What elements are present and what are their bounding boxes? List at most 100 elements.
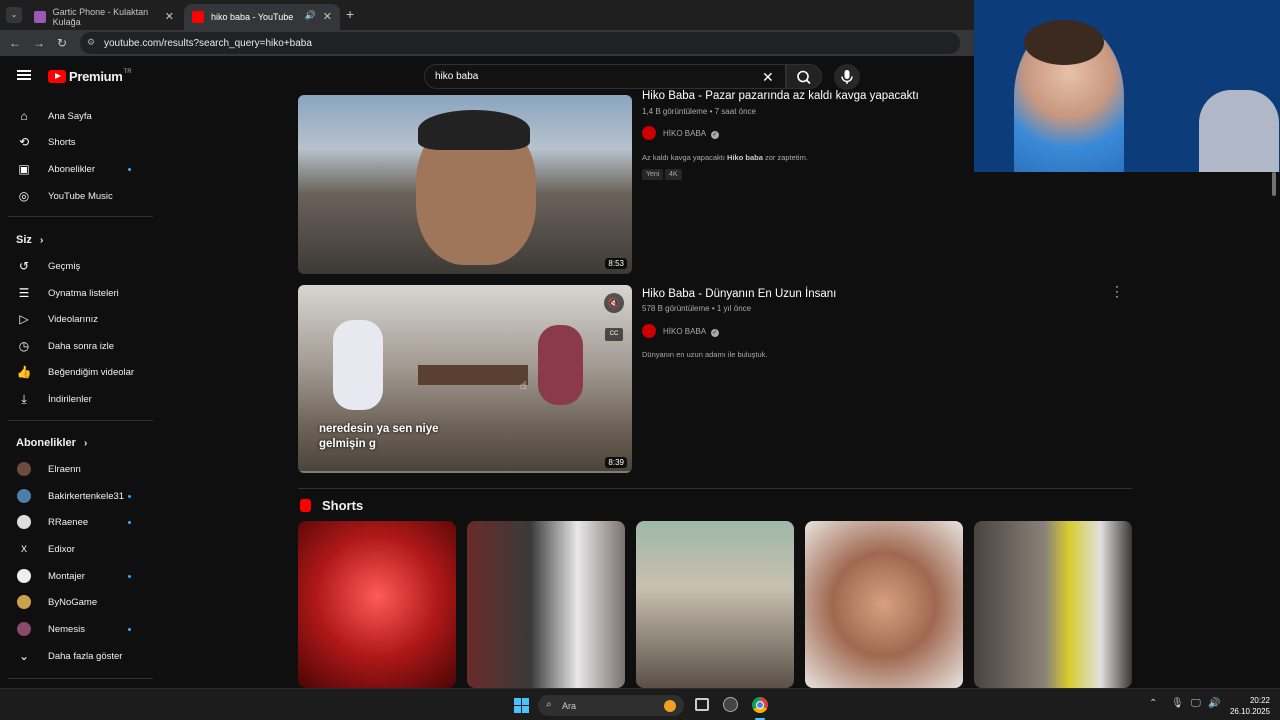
new-content-dot (128, 167, 131, 171)
short-thumbnail[interactable] (298, 521, 456, 688)
verified-icon: ✓ (710, 329, 719, 337)
home-icon: ⌂ (20, 109, 28, 123)
task-view-icon[interactable] (695, 698, 709, 711)
voice-search-button[interactable] (834, 64, 860, 90)
avatar (17, 595, 31, 609)
youtube-favicon-icon (192, 11, 204, 23)
tab-gartic-phone[interactable]: Gartic Phone - Kulaktan Kulağa ✕ (26, 4, 182, 30)
page-scrollbar[interactable] (1272, 172, 1276, 196)
close-tab-icon[interactable]: ✕ (165, 10, 174, 23)
windows-start-icon[interactable] (514, 698, 529, 713)
thumbnail-person (333, 320, 383, 410)
sidebar-channel-elraenn[interactable]: Elraenn (0, 456, 152, 482)
search-button[interactable] (786, 64, 822, 89)
back-icon[interactable]: ← (9, 36, 21, 50)
shorts-section-header: Shorts (300, 498, 363, 513)
avatar (17, 515, 31, 529)
sidebar-item-downloads[interactable]: ⤓ İndirilenler (0, 386, 152, 412)
divider (8, 216, 153, 217)
video-thumbnail[interactable]: 🔇 CC neredesin ya sen niye gelmişin g 8:… (298, 285, 632, 473)
sidebar-you-header[interactable]: Siz › (16, 234, 43, 246)
short-thumbnail[interactable] (636, 521, 794, 688)
search-icon: ⌕ (546, 699, 552, 710)
reload-icon[interactable]: ↻ (57, 36, 67, 50)
forward-icon[interactable]: → (33, 36, 45, 50)
chevron-up-icon[interactable]: ⌃ (1149, 698, 1157, 709)
site-info-icon[interactable]: ⚙ (87, 37, 95, 48)
thumbnail-person (538, 325, 583, 405)
sidebar: ⌂ Ana Sayfa ⟲ Shorts ▣ Abonelikler ◎ You… (0, 96, 160, 688)
avatar (17, 622, 31, 636)
sidebar-channel-montajer[interactable]: Montajer (0, 563, 152, 589)
sidebar-item-music[interactable]: ◎ YouTube Music (0, 183, 152, 209)
mic-icon[interactable]: 🎙 (1171, 698, 1184, 709)
app-icon[interactable] (723, 697, 738, 712)
video-title[interactable]: Hiko Baba - Pazar pazarında az kaldı kav… (642, 90, 919, 102)
avatar (17, 462, 31, 476)
your-videos-icon: ▷ (19, 312, 29, 326)
more-options-icon[interactable]: · · · (1115, 280, 1119, 302)
shorts-logo-icon (300, 499, 311, 512)
video-description: Dünyanın en uzun adamı ile buluştuk. (642, 350, 768, 359)
address-bar[interactable]: ⚙ youtube.com/results?search_query=hiko+… (80, 32, 960, 54)
search-input[interactable]: hiko baba (424, 64, 786, 89)
new-tab-button[interactable]: + (346, 6, 354, 22)
history-icon: ↺ (18, 259, 30, 273)
video-thumbnail[interactable]: 8:53 (298, 95, 632, 274)
tab-youtube[interactable]: hiko baba - YouTube 🔊 ✕ (184, 4, 340, 30)
channel-avatar[interactable] (642, 324, 656, 338)
sidebar-item-your-videos[interactable]: ▷ Videolarınız (0, 306, 152, 332)
sidebar-channel-edixor[interactable]: X Edixor (0, 536, 152, 562)
tab-search-dropdown-icon[interactable]: ⌄ (6, 7, 22, 23)
progress-bar[interactable] (298, 471, 632, 473)
new-content-dot (128, 574, 131, 578)
clear-search-icon[interactable]: ✕ (762, 69, 774, 86)
close-tab-icon[interactable]: ✕ (323, 10, 332, 23)
sidebar-item-history[interactable]: ↺ Geçmiş (0, 253, 152, 279)
short-thumbnail[interactable] (805, 521, 963, 688)
webcam-hair (1024, 20, 1104, 65)
chrome-icon[interactable] (752, 697, 768, 713)
sidebar-item-shorts[interactable]: ⟲ Shorts (0, 129, 152, 155)
watch-later-icon: ◷ (18, 339, 30, 353)
search-icon (797, 70, 811, 85)
menu-icon[interactable] (17, 70, 31, 80)
sidebar-channel-bakirkertenkele31[interactable]: Bakirkertenkele31 (0, 483, 152, 509)
mute-icon[interactable]: 🔇 (604, 293, 624, 313)
taskbar-search[interactable]: ⌕ Ara (538, 695, 684, 716)
channel-name[interactable]: HİKO BABA ✓ (663, 129, 719, 139)
mouse-cursor-icon: ☝ (520, 380, 527, 392)
badge-new: Yeni (642, 169, 664, 180)
short-thumbnail[interactable] (467, 521, 625, 688)
sidebar-subscriptions-header[interactable]: Abonelikler › (16, 437, 87, 449)
network-icon[interactable]: 🖵 (1191, 698, 1201, 709)
sidebar-item-liked-videos[interactable]: 👍 Beğendiğim videolar (0, 359, 152, 385)
subscriptions-icon: ▣ (18, 162, 30, 176)
chevron-down-icon: ⌄ (18, 649, 30, 663)
sidebar-item-watch-later[interactable]: ◷ Daha sonra izle (0, 333, 152, 359)
short-thumbnail[interactable] (974, 521, 1132, 688)
thumbnail-table (418, 365, 528, 385)
captions-icon[interactable]: CC (605, 328, 623, 341)
sidebar-channel-nemesis[interactable]: Nemesis (0, 616, 152, 642)
clock[interactable]: 20:22 26.10.2025 (1226, 695, 1270, 717)
chevron-right-icon: › (83, 438, 88, 449)
youtube-logo-icon (48, 70, 66, 83)
video-description: Az kaldı kavga yapacaktı Hiko baba zor z… (642, 153, 808, 162)
sidebar-item-subscriptions[interactable]: ▣ Abonelikler (0, 156, 152, 182)
audio-playing-icon[interactable]: 🔊 (305, 10, 316, 21)
sidebar-show-more[interactable]: ⌄ Daha fazla göster (0, 643, 152, 669)
sidebar-channel-bynogame[interactable]: ByNoGame (0, 589, 152, 615)
sidebar-channel-rraenee[interactable]: RRaenee (0, 509, 152, 535)
new-content-dot (128, 520, 131, 524)
video-title[interactable]: Hiko Baba - Dünyanın En Uzun İnsanı (642, 288, 836, 300)
sidebar-item-home[interactable]: ⌂ Ana Sayfa (0, 103, 152, 129)
url-text: youtube.com/results?search_query=hiko+ba… (104, 37, 312, 49)
sidebar-item-playlists[interactable]: ☰ Oynatma listeleri (0, 280, 152, 306)
channel-name[interactable]: HİKO BABA ✓ (663, 327, 719, 337)
download-icon: ⤓ (21, 391, 27, 406)
volume-icon[interactable]: 🔊 (1208, 698, 1220, 709)
youtube-premium-logo[interactable]: Premium TR (48, 69, 132, 84)
shorts-icon: ⟲ (18, 135, 30, 149)
channel-avatar[interactable] (642, 126, 656, 140)
